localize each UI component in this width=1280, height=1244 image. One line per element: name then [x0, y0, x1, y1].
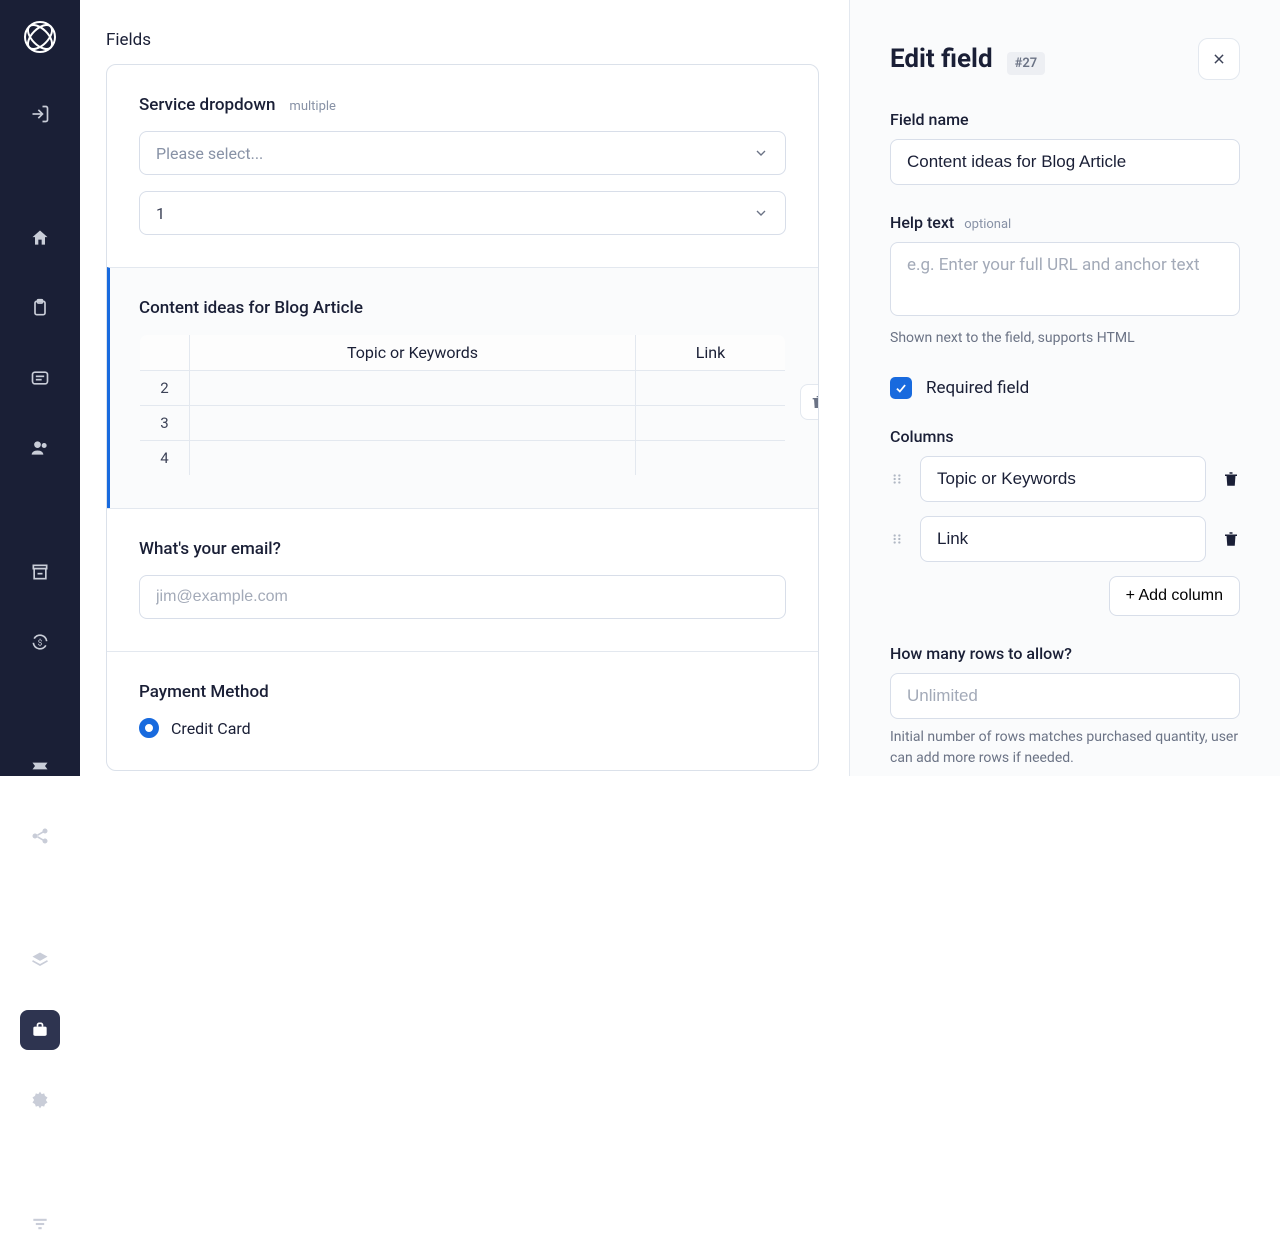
field-id-badge: #27: [1007, 52, 1046, 75]
filter-icon[interactable]: [20, 1204, 60, 1244]
rows-input[interactable]: [890, 673, 1240, 719]
briefcase-icon[interactable]: [20, 1010, 60, 1050]
table-header: Link: [636, 335, 786, 371]
users-icon[interactable]: [20, 428, 60, 468]
clipboard-icon[interactable]: [20, 288, 60, 328]
quantity-select[interactable]: 1: [139, 191, 786, 235]
content-ideas-table: Topic or Keywords Link 2 3 4: [139, 334, 786, 476]
select-value: 1: [156, 204, 165, 223]
table-row[interactable]: 2: [140, 371, 786, 406]
field-label: Service dropdown: [139, 95, 275, 115]
table-row[interactable]: 3: [140, 406, 786, 441]
layers-icon[interactable]: [20, 940, 60, 980]
field-section-content-ideas[interactable]: Content ideas for Blog Article Topic or …: [107, 267, 818, 508]
radio-label: Credit Card: [171, 719, 251, 738]
service-select[interactable]: Please select...: [139, 131, 786, 175]
message-icon[interactable]: [20, 358, 60, 398]
panel-title: Edit field: [890, 44, 993, 74]
field-label: What's your email?: [139, 539, 281, 559]
column-name-input[interactable]: [920, 456, 1206, 502]
edit-field-panel: Edit field #27 Field name Help text opti…: [850, 0, 1280, 776]
columns-label: Columns: [890, 427, 1240, 446]
select-placeholder: Please select...: [156, 144, 263, 163]
chevron-down-icon: [753, 145, 769, 161]
archive-icon[interactable]: [20, 552, 60, 592]
email-input[interactable]: [139, 575, 786, 619]
required-field-checkbox[interactable]: Required field: [890, 377, 1240, 399]
share-icon[interactable]: [20, 816, 60, 856]
chevron-down-icon: [753, 205, 769, 221]
drag-handle-icon[interactable]: [890, 472, 904, 486]
column-row: [890, 516, 1240, 562]
field-label: Content ideas for Blog Article: [139, 298, 363, 318]
gear-icon[interactable]: [20, 1080, 60, 1120]
drag-handle-icon[interactable]: [890, 532, 904, 546]
delete-column-button[interactable]: [1222, 470, 1240, 488]
checkbox-label: Required field: [926, 378, 1029, 398]
table-row[interactable]: 4: [140, 441, 786, 476]
field-name-label: Field name: [890, 110, 1240, 129]
rows-hint: Initial number of rows matches purchased…: [890, 727, 1240, 769]
delete-field-button[interactable]: [800, 384, 819, 420]
help-text-hint: Shown next to the field, supports HTML: [890, 328, 1240, 349]
form-preview: Fields Service dropdown multiple Please …: [80, 0, 850, 776]
add-column-button[interactable]: + Add column: [1109, 576, 1240, 616]
payment-option-credit-card[interactable]: Credit Card: [139, 718, 786, 738]
field-tag: multiple: [289, 99, 336, 114]
logo: [23, 20, 57, 54]
svg-text:$: $: [38, 637, 43, 648]
column-name-input[interactable]: [920, 516, 1206, 562]
field-label: Payment Method: [139, 682, 269, 702]
help-text-input[interactable]: [890, 242, 1240, 316]
field-section-service-dropdown[interactable]: Service dropdown multiple Please select.…: [107, 65, 818, 267]
close-button[interactable]: [1198, 38, 1240, 80]
optional-tag: optional: [964, 217, 1011, 232]
login-icon[interactable]: [20, 94, 60, 134]
field-section-payment[interactable]: Payment Method Credit Card: [107, 651, 818, 770]
table-header: Topic or Keywords: [190, 335, 636, 371]
home-icon[interactable]: [20, 218, 60, 258]
delete-column-button[interactable]: [1222, 530, 1240, 548]
section-title: Fields: [106, 30, 819, 50]
column-row: [890, 456, 1240, 502]
ticket-icon[interactable]: [20, 746, 60, 786]
rows-label: How many rows to allow?: [890, 644, 1240, 663]
field-name-input[interactable]: [890, 139, 1240, 185]
refresh-dollar-icon[interactable]: $: [20, 622, 60, 662]
field-section-email[interactable]: What's your email?: [107, 508, 818, 651]
sidebar: $: [0, 0, 80, 776]
radio-icon: [139, 718, 159, 738]
checkbox-icon: [890, 377, 912, 399]
help-text-label: Help text: [890, 213, 954, 232]
